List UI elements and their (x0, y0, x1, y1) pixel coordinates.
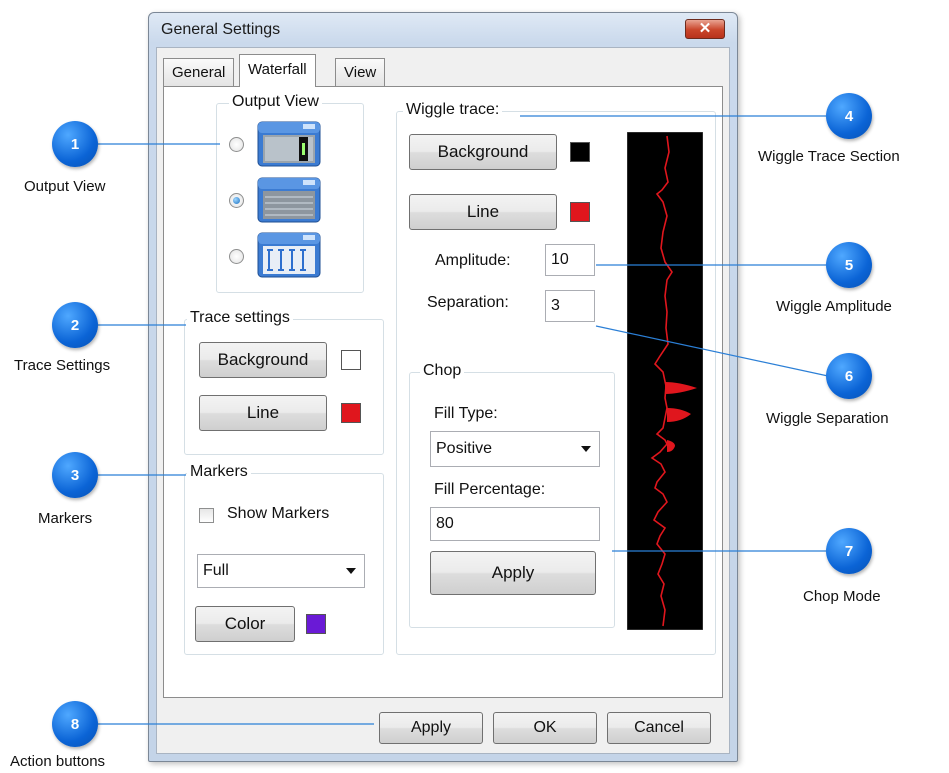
callout-badge-4: 4 (826, 93, 872, 139)
callout-caption-2: Trace Settings (14, 357, 111, 374)
callout-caption-3: Markers (38, 510, 93, 527)
callout-lines (98, 115, 829, 725)
callout-caption-5: Wiggle Amplitude (776, 298, 892, 315)
callout-caption-7: Chop Mode (803, 588, 881, 605)
callout-badge-2: 2 (52, 302, 98, 348)
callout-badge-1: 1 (52, 121, 98, 167)
callout-badge-7: 7 (826, 528, 872, 574)
callout-line-6 (595, 325, 829, 377)
callout-caption-1: Output View (24, 178, 106, 195)
callout-badge-8: 8 (52, 701, 98, 747)
callout-caption-4: Wiggle Trace Section (758, 148, 900, 165)
callout-badge-3: 3 (52, 452, 98, 498)
callout-caption-6: Wiggle Separation (766, 410, 889, 427)
callout-caption-8: Action buttons (10, 753, 106, 770)
callout-badge-6: 6 (826, 353, 872, 399)
callout-badge-5: 5 (826, 242, 872, 288)
tab-waterfall[interactable]: Waterfall (239, 54, 316, 87)
